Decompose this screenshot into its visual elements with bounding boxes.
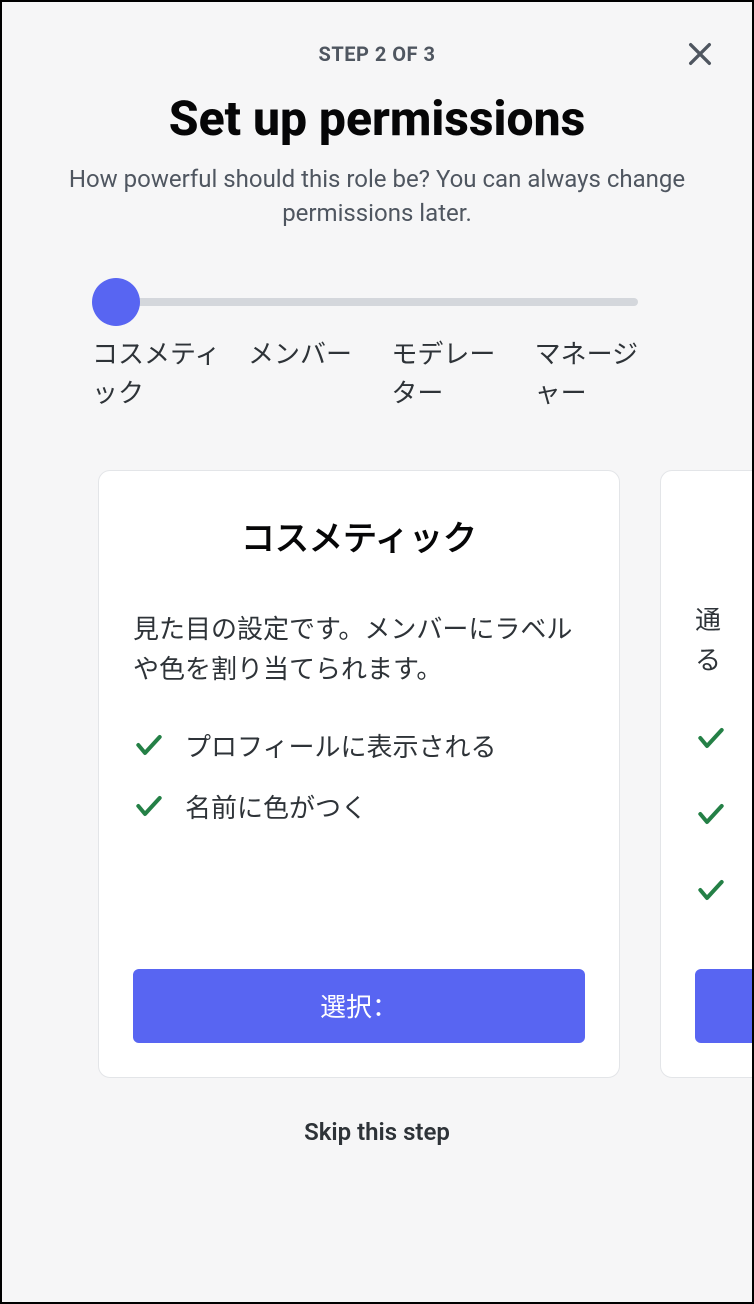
select-button-peek[interactable] [695, 969, 752, 1043]
slider-label-cosmetic[interactable]: コスメティック [92, 336, 232, 414]
slider-label-moderator[interactable]: モデレーター [391, 336, 518, 414]
skip-section: Skip this step [2, 1078, 752, 1186]
feature-item: 名前に色がつく [133, 788, 585, 825]
check-icon [695, 874, 727, 906]
slider-label-member[interactable]: メンバー [248, 336, 375, 414]
modal-title: Set up permissions [34, 90, 720, 147]
feature-item: プロフィールに表示される [133, 727, 585, 764]
feature-text: 名前に色がつく [185, 788, 367, 825]
card-description: 見た目の設定です。メンバーにラベルや色を割り当てられます。 [133, 610, 585, 691]
select-button[interactable]: 選択： [133, 969, 585, 1043]
feature-text: プロフィールに表示される [185, 727, 496, 764]
modal-subtitle: How powerful should this role be? You ca… [34, 163, 720, 230]
card-title: コスメティック [133, 511, 585, 560]
close-icon [684, 38, 716, 70]
permission-slider-section: コスメティック メンバー モデレーター マネージャー [2, 230, 752, 438]
check-icon [133, 790, 165, 822]
check-icon [695, 722, 727, 754]
peek-description: 通 る [695, 601, 752, 682]
slider-label-manager[interactable]: マネージャー [535, 336, 662, 414]
permission-slider-track[interactable] [116, 298, 638, 306]
check-icon [133, 729, 165, 761]
slider-labels: コスメティック メンバー モデレーター マネージャー [92, 336, 662, 414]
close-button[interactable] [680, 34, 720, 74]
permission-card-cosmetic: コスメティック 見た目の設定です。メンバーにラベルや色を割り当てられます。 プロ… [98, 470, 620, 1078]
permissions-modal: STEP 2 OF 3 Set up permissions How power… [2, 2, 752, 1302]
modal-header: STEP 2 OF 3 Set up permissions How power… [2, 2, 752, 230]
feature-list: プロフィールに表示される 名前に色がつく [133, 727, 585, 849]
permission-card-next: 通 る [660, 470, 752, 1078]
permission-cards: コスメティック 見た目の設定です。メンバーにラベルや色を割り当てられます。 プロ… [2, 438, 752, 1078]
check-icon [695, 798, 727, 830]
permission-slider-handle[interactable] [92, 278, 140, 326]
skip-link[interactable]: Skip this step [304, 1118, 450, 1146]
step-indicator: STEP 2 OF 3 [34, 42, 720, 66]
